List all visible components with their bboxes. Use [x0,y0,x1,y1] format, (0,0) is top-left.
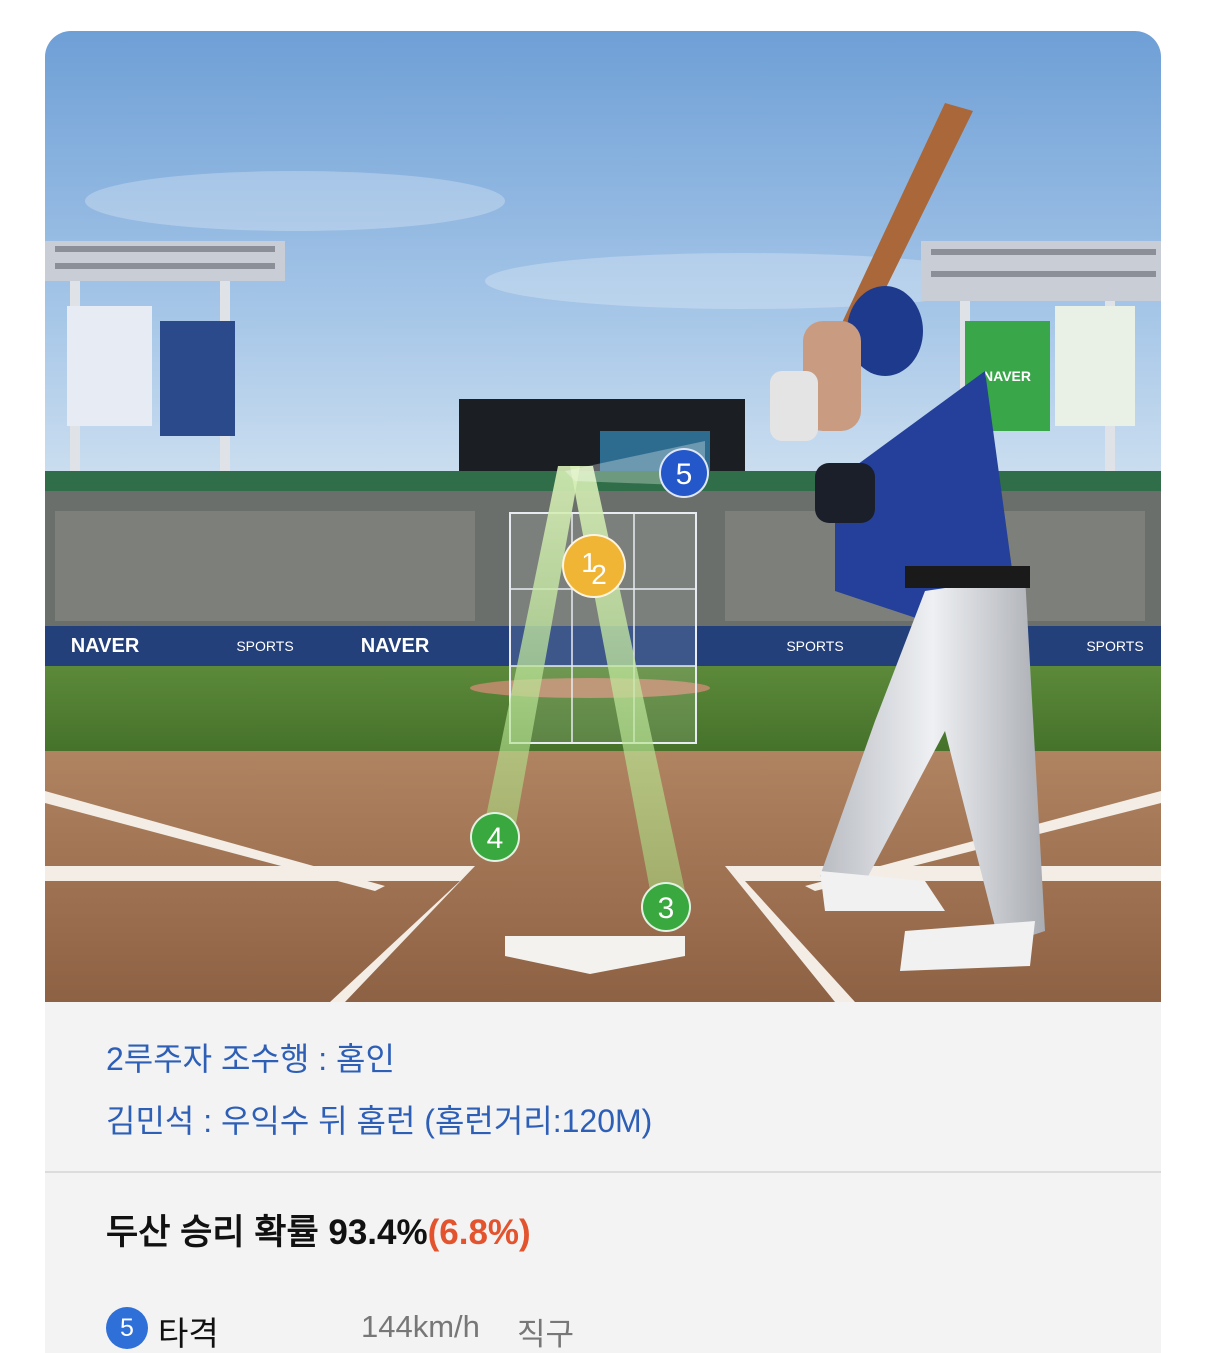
wall-banner-naver-center: NAVER [361,635,430,657]
event-home-run: 김민석 : 우익수 뒤 홈런 (홈런거리:120M) [106,1103,653,1139]
pitch-marker-3: 3 [641,882,691,932]
stadium-illustration: NAVER NAVER NAVER SPORTS SPORTS SPORTS [45,31,1161,1002]
pitch-type: 직구 [517,1317,575,1352]
play-card: NAVER NAVER NAVER SPORTS SPORTS SPORTS 5… [45,31,1161,1353]
pitch-marker-2-label: 2 [591,559,607,590]
wall-banner-sports-left: SPORTS [236,638,293,654]
wall-banner-sports-right: SPORTS [786,638,843,654]
section-divider [45,1171,1161,1173]
pitch-marker-5: 5 [659,448,709,498]
tower-naver-logo: NAVER [983,368,1031,384]
pitch-number-badge: 5 [106,1307,148,1349]
wall-banner-sports-far-right: SPORTS [1086,638,1143,654]
wall-banner-naver-left: NAVER [71,635,140,657]
pitch-marker-1-2: 1 2 [562,534,626,598]
pitch-speed: 144km/h [361,1309,480,1344]
win-probability-text: 두산 승리 확률 93.4% [106,1213,428,1252]
pitch-marker-4: 4 [470,812,520,862]
win-probability: 두산 승리 확률 93.4%(6.8%) [106,1204,531,1255]
pitch-scene: NAVER NAVER NAVER SPORTS SPORTS SPORTS 5… [45,31,1161,1002]
pitch-result: 타격 [158,1315,219,1352]
play-events: 2루주자 조수행 : 홈인 김민석 : 우익수 뒤 홈런 (홈런거리:120M) [45,1002,1161,1171]
event-runner-score: 2루주자 조수행 : 홈인 [106,1041,395,1077]
win-probability-delta: (6.8%) [427,1213,531,1252]
